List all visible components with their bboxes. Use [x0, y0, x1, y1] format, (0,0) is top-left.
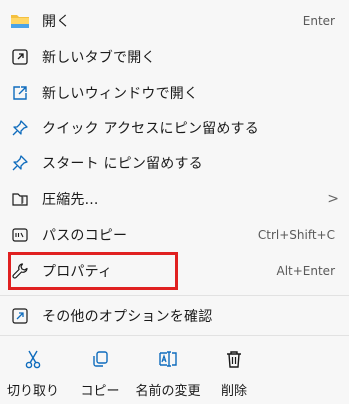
- menu-item-label: 新しいタブで開く: [42, 50, 156, 66]
- menu-item-open-new-window[interactable]: 新しいウィンドウで開く: [0, 76, 349, 110]
- copy-path-icon: [10, 225, 30, 245]
- menu-item-shortcut: Enter: [302, 14, 335, 28]
- menu-item-compress-to[interactable]: 圧縮先... >: [0, 182, 349, 216]
- action-bar: 切り取り コピー 名前の変更 削除: [0, 336, 349, 404]
- menu-item-open[interactable]: 開く Enter: [0, 4, 349, 38]
- menu-item-label: パスのコピー: [42, 228, 128, 244]
- rename-label: 名前の変更: [135, 384, 201, 399]
- menu-item-show-more-options[interactable]: その他のオプションを確認: [0, 299, 349, 333]
- menu-item-label: 圧縮先...: [42, 192, 99, 208]
- menu-item-open-new-tab[interactable]: 新しいタブで開く: [0, 40, 349, 74]
- rename-button[interactable]: 名前の変更: [130, 342, 206, 400]
- folder-icon: [10, 11, 30, 31]
- menu-item-shortcut: Ctrl+Shift+C: [257, 228, 335, 242]
- copy-label: コピー: [80, 384, 120, 399]
- open-in-window-icon: [10, 83, 30, 103]
- chevron-right-icon: >: [327, 191, 339, 207]
- pin-icon: [10, 153, 30, 173]
- menu-item-shortcut: Alt+Enter: [276, 264, 335, 278]
- pin-icon: [10, 118, 30, 138]
- scissors-icon: [22, 348, 44, 370]
- copy-button[interactable]: コピー: [78, 342, 122, 400]
- trash-icon: [223, 348, 245, 370]
- menu-item-copy-path[interactable]: パスのコピー Ctrl+Shift+C: [0, 218, 349, 252]
- menu-item-label: スタート にピン留めする: [42, 156, 203, 172]
- cut-button[interactable]: 切り取り: [7, 342, 60, 400]
- menu-item-label: 新しいウィンドウで開く: [42, 86, 199, 102]
- menu-item-pin-quick-access[interactable]: クイック アクセスにピン留めする: [0, 111, 349, 145]
- copy-icon: [89, 348, 111, 370]
- menu-item-pin-start[interactable]: スタート にピン留めする: [0, 146, 349, 180]
- highlight-box: [8, 252, 178, 290]
- divider: [0, 295, 349, 296]
- delete-button[interactable]: 削除: [214, 342, 254, 400]
- rename-icon: [157, 348, 179, 370]
- menu-item-label: 開く: [42, 14, 71, 30]
- cut-label: 切り取り: [7, 384, 60, 399]
- menu-item-label: その他のオプションを確認: [42, 309, 213, 325]
- delete-label: 削除: [220, 384, 247, 399]
- more-options-icon: [10, 306, 30, 326]
- compress-icon: [10, 189, 30, 209]
- menu-item-label: クイック アクセスにピン留めする: [42, 121, 259, 137]
- context-menu: 開く Enter 新しいタブで開く 新しいウィンドウで開く クイック アクセスに…: [0, 0, 349, 404]
- open-in-tab-icon: [10, 47, 30, 67]
